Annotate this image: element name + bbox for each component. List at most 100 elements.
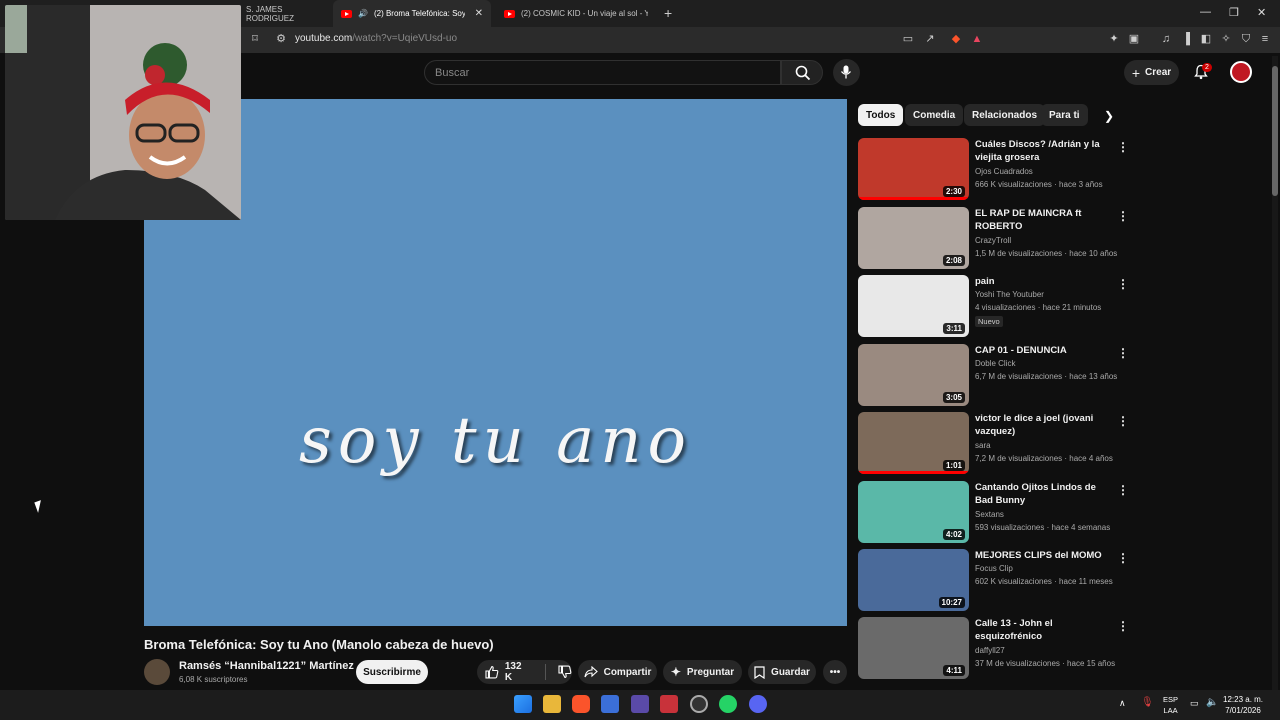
video-thumbnail[interactable]: 2:08 xyxy=(858,207,969,269)
ask-button[interactable]: ✦ Preguntar xyxy=(663,660,742,684)
language-indicator[interactable]: ESP LAA xyxy=(1163,694,1178,716)
close-tab-icon[interactable]: ✕ xyxy=(475,8,483,19)
thumbs-down-icon[interactable] xyxy=(558,665,572,679)
recommendation-item[interactable]: 2:08 EL RAP DE MAINCRA ft ROBERTO CrazyTro… xyxy=(858,207,1129,271)
cast-icon[interactable]: ▭ xyxy=(902,33,914,45)
recommendation-channel[interactable]: daffyll27 xyxy=(975,646,1005,655)
video-thumbnail[interactable]: 10:27 xyxy=(858,549,969,611)
music-icon[interactable]: ♫ xyxy=(1160,33,1172,45)
restore-button[interactable]: ❐ xyxy=(1229,6,1239,19)
brave-browser-icon[interactable] xyxy=(572,695,590,713)
video-thumbnail[interactable]: 1:01 xyxy=(858,412,969,474)
chip-todos[interactable]: Todos xyxy=(858,104,904,126)
system-clock[interactable]: 12:23 a. m. 7/01/2026 xyxy=(1223,694,1263,716)
video-player[interactable]: soy tu ano xyxy=(144,99,847,626)
recommendation-channel[interactable]: Ojos Cuadrados xyxy=(975,167,1033,176)
share-icon[interactable]: ↗ xyxy=(924,33,936,45)
url-field[interactable]: youtube.com/watch?v=UqieVUsd-uo xyxy=(295,33,457,44)
wallet-icon[interactable]: ▣ xyxy=(1128,33,1140,45)
leo-icon[interactable]: ✧ xyxy=(1220,33,1232,45)
recommendation-title[interactable]: victor le dice a joel (jovani vazquez) xyxy=(975,412,1105,438)
chip-relacionados[interactable]: Relacionados xyxy=(964,104,1046,126)
recommendation-channel[interactable]: Sextans xyxy=(975,510,1004,519)
video-thumbnail[interactable]: 3:05 xyxy=(858,344,969,406)
recommendation-title[interactable]: Cantando Ojitos Lindos de Bad Bunny xyxy=(975,481,1105,507)
sidebar-icon[interactable]: ▐ xyxy=(1180,33,1192,45)
store-icon[interactable] xyxy=(601,695,619,713)
chip-para-ti[interactable]: Para ti xyxy=(1041,104,1088,126)
create-button[interactable]: + Crear xyxy=(1124,60,1179,85)
video-thumbnail[interactable]: 4:02 xyxy=(858,481,969,543)
recommendation-item[interactable]: 10:27 MEJORES CLIPS del MOMO Focus Clip 602… xyxy=(858,549,1129,613)
like-button[interactable]: 132 K xyxy=(485,661,531,683)
recommendation-title[interactable]: MEJORES CLIPS del MOMO xyxy=(975,549,1105,562)
network-icon[interactable]: ▭ xyxy=(1190,698,1199,709)
volume-icon[interactable]: 🔈 xyxy=(1206,697,1218,708)
video-thumbnail[interactable]: 3:11 xyxy=(858,275,969,337)
recommendation-channel[interactable]: CrazyTroll xyxy=(975,236,1011,245)
recommendation-item[interactable]: 4:02 Cantando Ojitos Lindos de Bad Bunny S… xyxy=(858,481,1129,545)
start-icon[interactable] xyxy=(514,695,532,713)
recommendation-item[interactable]: 4:11 Calle 13 - John el esquizofrénico daf… xyxy=(858,617,1129,681)
more-vertical-icon[interactable]: ⋮ xyxy=(1117,346,1129,360)
file-explorer-icon[interactable] xyxy=(543,695,561,713)
video-thumbnail[interactable]: 2:30 xyxy=(858,138,969,200)
subscribe-button[interactable]: Suscribirme xyxy=(356,660,428,684)
account-avatar[interactable] xyxy=(1230,61,1252,83)
tab-broma[interactable]: 🔊 (2) Broma Telefónica: Soy tu A ✕ xyxy=(333,0,491,27)
close-window-button[interactable]: ✕ xyxy=(1257,6,1266,19)
scrollbar-thumb[interactable] xyxy=(1272,66,1278,196)
bookmark-icon[interactable]: ⌑ xyxy=(249,33,261,45)
chevron-up-icon[interactable]: ∧ xyxy=(1119,698,1126,709)
recommendation-channel[interactable]: Focus Clip xyxy=(975,564,1013,573)
more-vertical-icon[interactable]: ⋮ xyxy=(1117,483,1129,497)
brave-shield-icon[interactable]: ◆ xyxy=(950,33,962,45)
new-tab-button[interactable]: + xyxy=(664,5,672,21)
more-vertical-icon[interactable]: ⋮ xyxy=(1117,619,1129,633)
voice-search-button[interactable] xyxy=(833,59,860,86)
recommendation-title[interactable]: CAP 01 - DENUNCIA xyxy=(975,344,1105,357)
recommendation-item[interactable]: 3:05 CAP 01 - DENUNCIA Doble Click 6,7 M de… xyxy=(858,344,1129,408)
tab-james[interactable]: S. JAMES RODRIGUEZ xyxy=(238,0,328,27)
wallet2-icon[interactable]: ◧ xyxy=(1200,33,1212,45)
extensions-icon[interactable]: ✦ xyxy=(1108,33,1120,45)
search-input[interactable]: Buscar xyxy=(424,60,781,85)
recommendation-channel[interactable]: Yoshi The Youtuber xyxy=(975,290,1044,299)
discord-icon[interactable] xyxy=(749,695,767,713)
recommendation-channel[interactable]: Doble Click xyxy=(975,359,1015,368)
recommendation-item[interactable]: 1:01 victor le dice a joel (jovani vazque… xyxy=(858,412,1129,476)
chevron-right-icon[interactable]: ❯ xyxy=(1104,109,1114,123)
more-vertical-icon[interactable]: ⋮ xyxy=(1117,140,1129,154)
obs-icon[interactable] xyxy=(690,695,708,713)
game-icon[interactable] xyxy=(631,695,649,713)
tab-cosmic[interactable]: (2) COSMIC KID - Un viaje al sol - Yo xyxy=(496,0,656,27)
rewards-icon[interactable]: ▲ xyxy=(971,33,983,45)
recommendation-title[interactable]: Calle 13 - John el esquizofrénico xyxy=(975,617,1105,643)
more-vertical-icon[interactable]: ⋮ xyxy=(1117,209,1129,223)
microphone-tray-icon[interactable]: 🎙 xyxy=(1141,697,1154,708)
menu-icon[interactable]: ≡ xyxy=(1259,33,1271,45)
more-vertical-icon[interactable]: ⋮ xyxy=(1117,551,1129,565)
recommendation-meta: 6,7 M de visualizaciones · hace 13 años xyxy=(975,372,1118,381)
recommendation-item[interactable]: 2:30 Cuáles Discos? /Adrián y la viejita … xyxy=(858,138,1129,202)
minimize-button[interactable]: — xyxy=(1200,6,1211,18)
search-button[interactable] xyxy=(781,60,823,85)
channel-avatar[interactable] xyxy=(144,659,170,685)
more-actions-button[interactable]: ••• xyxy=(823,660,847,684)
chip-comedia[interactable]: Comedia xyxy=(905,104,964,126)
recommendation-item[interactable]: 3:11 pain Yoshi The Youtuber 4 visualizacio… xyxy=(858,275,1129,339)
video-thumbnail[interactable]: 4:11 xyxy=(858,617,969,679)
app-icon[interactable] xyxy=(660,695,678,713)
recommendation-title[interactable]: EL RAP DE MAINCRA ft ROBERTO xyxy=(975,207,1105,233)
recommendation-title[interactable]: pain xyxy=(975,275,1105,288)
save-button[interactable]: Guardar xyxy=(748,660,816,684)
recommendation-title[interactable]: Cuáles Discos? /Adrián y la viejita gros… xyxy=(975,138,1105,164)
vpn-icon[interactable]: ⛉ xyxy=(1240,33,1252,45)
site-settings-icon[interactable]: ⚙ xyxy=(275,33,287,45)
share-button[interactable]: Compartir xyxy=(578,660,657,684)
more-vertical-icon[interactable]: ⋮ xyxy=(1117,277,1129,291)
recommendation-channel[interactable]: sara xyxy=(975,441,991,450)
channel-name[interactable]: Ramsés “Hannibal1221” Martínez xyxy=(179,660,354,672)
whatsapp-icon[interactable] xyxy=(719,695,737,713)
more-vertical-icon[interactable]: ⋮ xyxy=(1117,414,1129,428)
